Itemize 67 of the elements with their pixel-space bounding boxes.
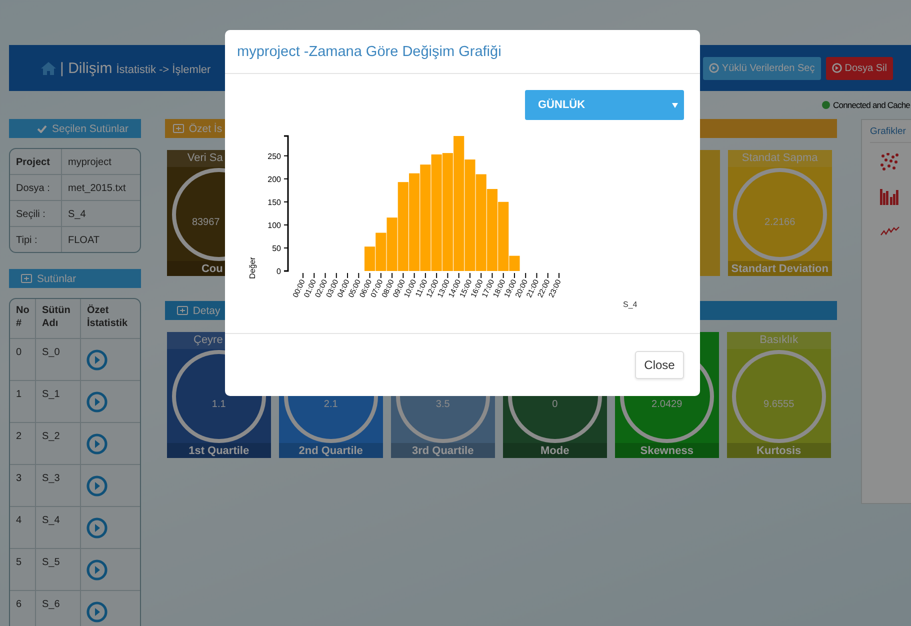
table-cell: S_1 [36,381,81,422]
panel-title: Grafikler [870,126,911,143]
column-header: Sütün Adı [36,299,81,338]
card-label: 2nd Quartile [298,444,363,457]
table-cell: 0 [10,339,36,380]
delete-file-button[interactable]: Dosya Sil [826,56,893,80]
column-header: No # [10,299,36,338]
y-tick-label: 200 [268,174,282,184]
section-title: Sutünlar [37,272,76,284]
card-title: Çeyre [194,334,223,346]
field-value: FLOAT [67,234,100,248]
y-tick-label: 50 [272,244,282,253]
card-title: Standat Sapma [742,152,818,164]
card-title: Basıklık [760,334,798,346]
table-cell: 4 [10,507,36,548]
period-select[interactable]: GÜNLÜK [525,90,684,120]
card-label: 1st Quartile [188,444,250,457]
card-label: 3rd Quartile [412,444,474,457]
app-title: | Dilişim [60,60,112,76]
column-header: Özet İstatistik [86,304,129,331]
card-label: Kurtosis [756,444,802,457]
field-label: Project [10,149,62,174]
card-label: Standart Deviation [731,262,828,275]
table-cell: S_6 [36,591,81,626]
y-tick-label: 100 [268,220,282,230]
card-value: 2.2166 [764,216,796,228]
field-label: Seçili : [10,201,62,226]
table-cell: S_4 [36,507,81,548]
table-cell: 2 [10,423,36,464]
card-value: 83967 [192,216,220,228]
section-title: Seçilen Sutünlar [52,122,128,134]
card-value: 0 [552,398,558,410]
card-title: Veri Sa [187,152,223,164]
y-axis: 0 50 100 150 200 250 [268,135,289,276]
table-cell: 5 [10,549,36,590]
table-cell: S_3 [36,465,81,506]
close-button[interactable]: Close [635,351,684,379]
table-cell: S_5 [36,549,81,590]
status-text: Connected and Cache [833,100,910,110]
table-cell: 3 [10,465,36,506]
legend-label: S_4 [623,300,638,309]
card-label: Skewness [640,444,694,457]
card-value: 2.0429 [652,398,682,410]
modal-title: myproject -Zamana Göre Değişim Grafiği [237,44,502,60]
card-value: 1.1 [212,398,226,410]
field-value: myproject [67,156,112,170]
card-value: 2.1 [324,398,338,410]
table-cell: 6 [10,591,36,626]
card-label: Cou [201,262,223,275]
y-tick-label: 250 [268,152,282,161]
card-value: 3.5 [436,398,450,410]
card-value: 9.6555 [764,398,794,410]
breadcrumb: İstatistik -> İşlemler [116,64,211,76]
section-title: Özet İs [188,122,222,134]
select-data-button[interactable]: Yüklü Verilerden Seç [702,56,821,80]
field-label: Dosya : [10,175,62,200]
field-value: met_2015.txt [67,182,127,196]
field-label: Tipi : [10,227,62,252]
y-tick-label: 150 [268,198,282,207]
axis-label: Değer [248,257,257,279]
card-label: Mode [540,444,570,457]
table-cell: S_2 [36,423,81,464]
y-tick-label: 0 [276,267,282,276]
table-cell: 1 [10,381,36,422]
field-value: S_4 [67,208,87,222]
section-title: Detay [192,304,220,316]
table-cell: S_0 [36,339,81,380]
